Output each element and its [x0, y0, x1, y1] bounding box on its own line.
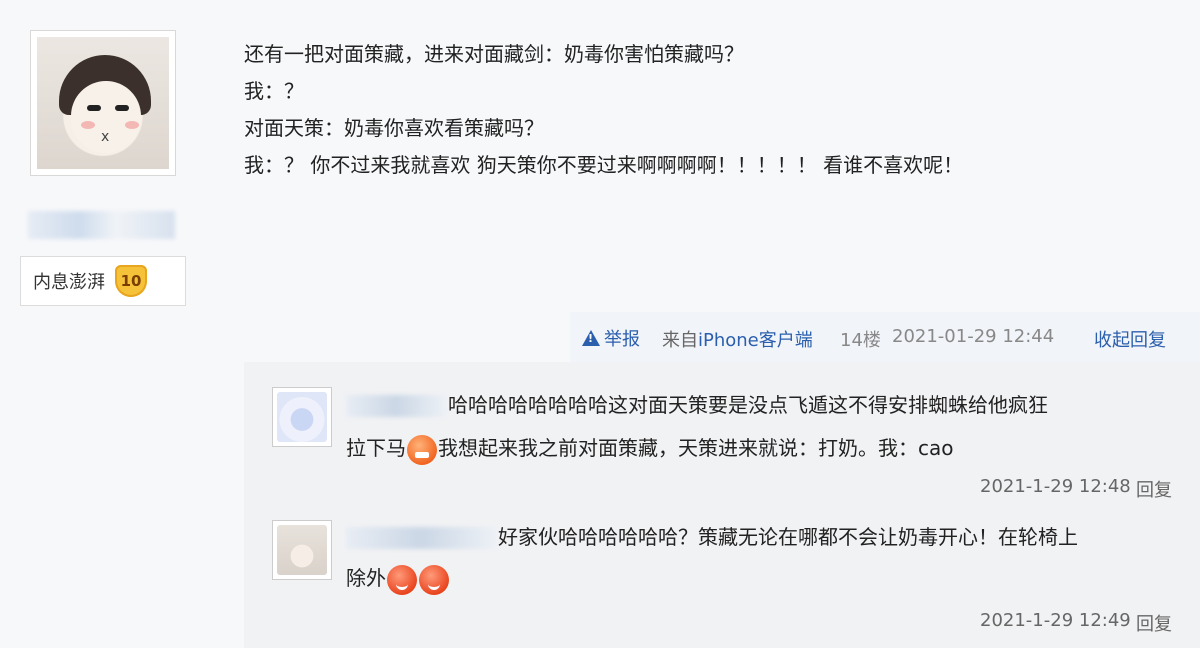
badge-title: 内息澎湃 — [33, 272, 105, 293]
reply-text-segment: 除外 — [346, 566, 386, 590]
reply-avatar[interactable] — [272, 520, 332, 580]
reply-text-line: 除外 — [346, 557, 450, 599]
reply-text-segment: 我想起来我之前对面策藏，天策进来就说：打奶。我：cao — [438, 436, 954, 460]
user-level-badge[interactable]: 内息澎湃 10 — [20, 256, 186, 306]
blurred-username[interactable] — [28, 211, 175, 239]
smile-face-icon — [419, 564, 449, 595]
floor-number: 14楼 — [840, 330, 881, 351]
reply-button[interactable]: 回复 — [1136, 610, 1172, 636]
level-shield-icon: 10 — [115, 265, 147, 297]
source-link[interactable]: iPhone客户端 — [698, 330, 813, 351]
post-datetime: 2021-01-29 12:44 — [892, 326, 1055, 347]
source-prefix: 来自 — [662, 330, 698, 351]
reply-text-segment: 拉下马 — [346, 436, 406, 460]
reply-text-line: 拉下马 我想起来我之前对面策藏，天策进来就说：打奶。我：cao — [346, 427, 954, 469]
blurred-reply-username[interactable] — [346, 395, 446, 417]
post-line: 对面天策：奶毒你喜欢看策藏吗？ — [244, 116, 544, 140]
report-label: 举报 — [604, 329, 640, 350]
post-line: 我：？ 你不过来我就喜欢 狗天策你不要过来啊啊啊啊！！！！！ 看谁不喜欢呢！ — [244, 153, 964, 177]
report-button[interactable]: 举报 — [582, 325, 640, 351]
angry-face-icon — [407, 434, 437, 465]
reply-text-line: 哈哈哈哈哈哈哈哈这对面天策要是没点飞遁这不得安排蜘蛛给他疯狂 — [448, 393, 1048, 417]
user-avatar[interactable]: x — [30, 30, 176, 176]
avatar-image — [277, 392, 327, 442]
reply-text-line: 好家伙哈哈哈哈哈哈？策藏无论在哪都不会让奶毒开心！在轮椅上 — [498, 525, 1078, 549]
reply-button[interactable]: 回复 — [1136, 476, 1172, 502]
blurred-reply-username[interactable] — [346, 527, 496, 549]
post-line: 还有一把对面策藏，进来对面藏剑：奶毒你害怕策藏吗？ — [244, 42, 744, 66]
reply-time: 2021-1-29 12:49 — [980, 610, 1131, 631]
post-line: 我：？ — [244, 79, 304, 103]
collapse-replies-button[interactable]: 收起回复 — [1094, 326, 1166, 352]
post-content: 还有一把对面策藏，进来对面藏剑：奶毒你害怕策藏吗？ 我：？ 对面天策：奶毒你喜欢… — [244, 36, 1164, 184]
avatar-image — [277, 525, 327, 575]
post-source: 来自iPhone客户端 — [662, 326, 813, 352]
smile-face-icon — [387, 564, 417, 595]
avatar-image: x — [37, 37, 169, 169]
reply-avatar[interactable] — [272, 387, 332, 447]
comment-thread: x 内息澎湃 10 还有一把对面策藏，进来对面藏剑：奶毒你害怕策藏吗？ 我：？ … — [0, 0, 1200, 648]
reply-time: 2021-1-29 12:48 — [980, 476, 1131, 497]
warning-icon — [582, 329, 600, 347]
